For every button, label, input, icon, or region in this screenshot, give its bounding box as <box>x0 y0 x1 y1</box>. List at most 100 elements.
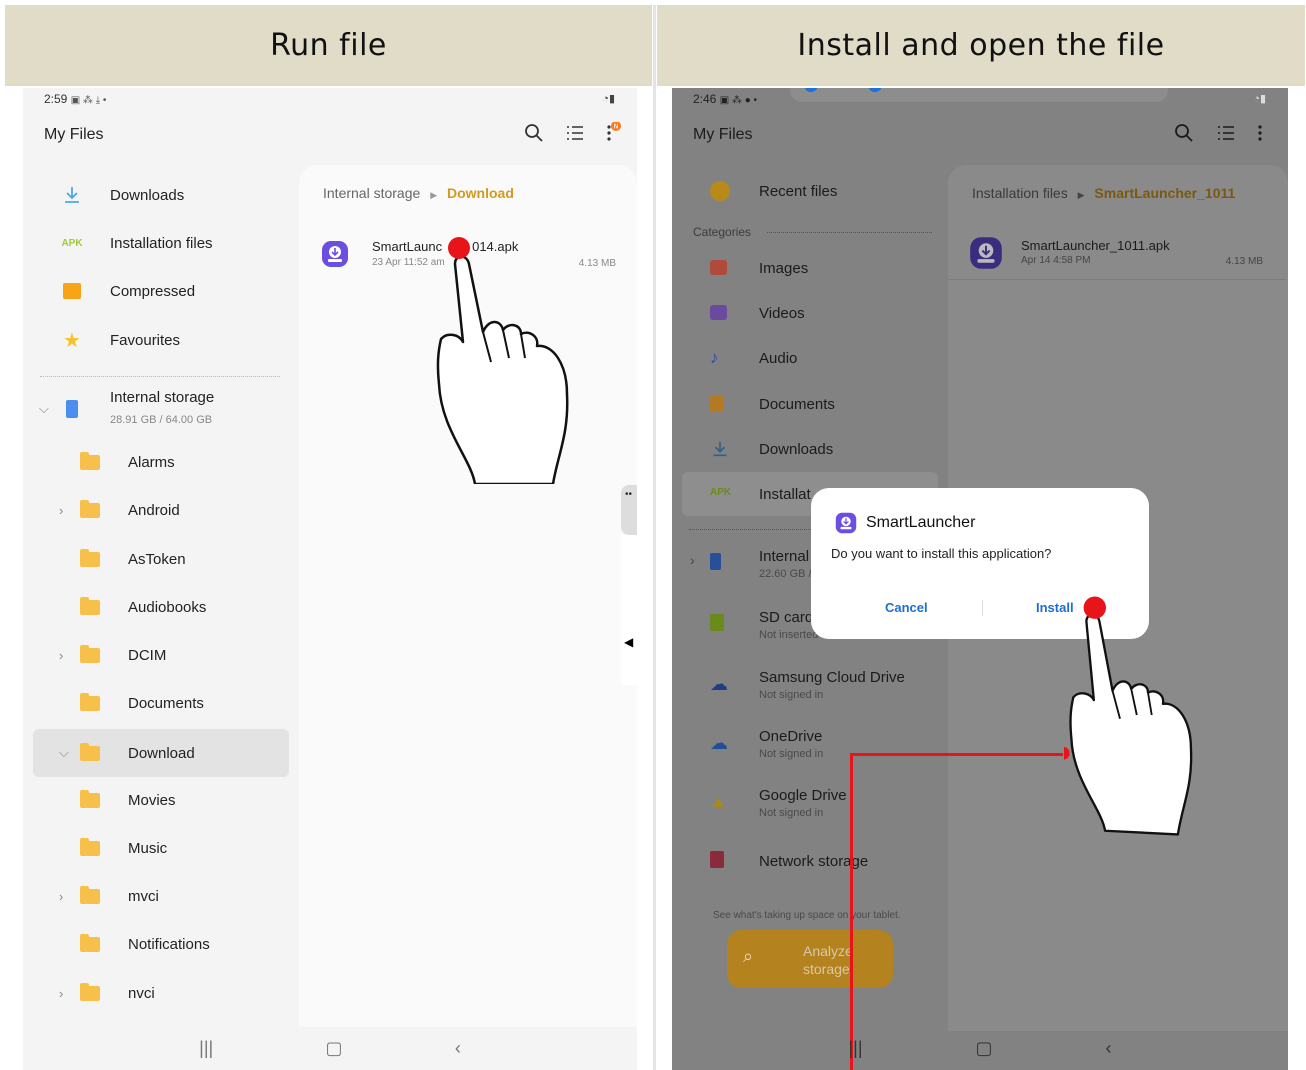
file-date: Apr 14 4:58 PM <box>1021 255 1091 266</box>
sidebar-folder-nvci[interactable]: › nvci <box>23 971 289 1015</box>
side-panel-handle[interactable]: •• <box>621 485 637 535</box>
sidebar-item-documents[interactable]: Documents <box>672 385 948 425</box>
breadcrumb: Installation files ▶ SmartLauncher_1011 <box>972 185 1235 201</box>
sidebar-item-label: Installat <box>759 486 811 503</box>
folder-icon <box>79 982 101 1004</box>
file-row[interactable]: SmartLauncher_1011.apk Apr 14 4:58 PM 4.… <box>948 225 1286 280</box>
sidebar-item-label: Videos <box>759 305 805 322</box>
sidebar-item-label: Downloads <box>759 441 834 458</box>
sidebar-folder-alarms[interactable]: Alarms <box>23 440 289 484</box>
status-time: 2:46 <box>693 92 717 106</box>
folder-icon <box>79 789 101 811</box>
analyze-label: Analyze storage <box>803 942 853 978</box>
sidebar-item-label: Samsung Cloud Drive <box>759 669 905 686</box>
folder-label: Download <box>128 744 195 762</box>
sidebar-item-label: Google Drive <box>759 787 847 804</box>
search-icon[interactable] <box>523 122 545 144</box>
sidebar-item-onedrive[interactable]: ☁ OneDrive Not signed in <box>672 724 948 764</box>
svg-text:N: N <box>613 123 618 131</box>
folder-icon <box>79 837 101 859</box>
breadcrumb-root[interactable]: Internal storage <box>323 185 420 201</box>
chevron-right-icon[interactable]: › <box>59 503 63 518</box>
chevron-right-icon[interactable]: › <box>690 552 695 568</box>
magnify-icon: ⌕ <box>743 946 754 966</box>
button-divider <box>982 600 983 616</box>
list-view-icon[interactable] <box>1215 122 1237 144</box>
sidebar-folder-dcim[interactable]: › DCIM <box>23 633 289 677</box>
recent-apps-icon[interactable]: ||| <box>848 1038 862 1059</box>
section-header-install: Install and open the file <box>657 5 1305 86</box>
sidebar-item-internal-storage[interactable]: ⌵ Internal storage 28.91 GB / 64.00 GB <box>23 381 289 437</box>
back-icon[interactable]: ‹ <box>455 1038 461 1059</box>
analyze-storage-button[interactable]: ⌕ Analyze storage <box>727 930 893 988</box>
folder-label: Android <box>128 501 180 519</box>
sidebar-item-samsung-cloud[interactable]: ☁ Samsung Cloud Drive Not signed in <box>672 665 948 705</box>
sidebar-folder-mvci[interactable]: › mvci <box>23 874 289 918</box>
folder-icon <box>79 548 101 570</box>
sidebar-item-compressed[interactable]: Compressed <box>23 269 289 313</box>
sidebar-folder-notifications[interactable]: Notifications <box>23 922 289 966</box>
sidebar-folder-movies[interactable]: Movies <box>23 778 289 822</box>
home-icon[interactable]: ▢ <box>326 1038 343 1059</box>
folder-icon <box>79 933 101 955</box>
breadcrumb-root[interactable]: Installation files <box>972 185 1068 201</box>
nav-bar: ||| ▢ ‹ <box>672 1027 1288 1070</box>
folder-label: Alarms <box>128 453 175 471</box>
sidebar-item-audio[interactable]: ♪ Audio <box>672 339 948 379</box>
breadcrumb-arrow-icon: ▶ <box>1077 190 1085 200</box>
sidebar-item-downloads[interactable]: Downloads <box>23 173 289 217</box>
home-icon[interactable]: ▢ <box>976 1038 993 1059</box>
app-icon <box>835 512 857 534</box>
wifi-battery-icon: ◔▮ <box>1253 93 1266 105</box>
google-drive-status: Not signed in <box>759 807 824 819</box>
sidebar-item-recent-files[interactable]: Recent files <box>672 172 948 212</box>
recent-apps-icon[interactable]: ||| <box>199 1038 213 1059</box>
tap-gesture-hand-icon <box>436 237 569 484</box>
folder-icon <box>79 692 101 714</box>
more-options-icon[interactable]: N <box>601 122 623 144</box>
sd-status: Not inserted <box>759 629 819 641</box>
sidebar-folder-audiobooks[interactable]: Audiobooks <box>23 585 289 629</box>
apk-file-icon <box>322 241 348 267</box>
sidebar-folder-music[interactable]: Music <box>23 826 289 870</box>
chevron-down-icon[interactable]: ⌵ <box>59 745 69 761</box>
sidebar-folder-download[interactable]: ⌵ Download <box>33 729 289 777</box>
image-icon <box>710 260 727 275</box>
sidebar-folder-astoken[interactable]: AsToken <box>23 537 289 581</box>
sidebar-item-installation-files[interactable]: APK Installation files <box>23 221 289 265</box>
dialog-message: Do you want to install this application? <box>831 546 1052 561</box>
chevron-right-icon[interactable]: › <box>59 648 63 663</box>
chevron-right-icon[interactable]: › <box>59 986 63 1001</box>
sidebar-item-images[interactable]: Images <box>672 249 948 289</box>
apk-file-icon <box>970 237 1002 269</box>
sidebar-item-google-drive[interactable]: ▲ Google Drive Not signed in <box>672 783 948 823</box>
cancel-button[interactable]: Cancel <box>885 600 928 615</box>
sidebar-item-videos[interactable]: Videos <box>672 294 948 334</box>
google-drive-icon: ▲ <box>710 792 727 811</box>
search-icon[interactable] <box>1173 122 1195 144</box>
folder-icon <box>79 451 101 473</box>
wifi-battery-icon: ◔▮ <box>602 93 615 105</box>
notification-dot-icon <box>868 88 882 92</box>
folder-label: Documents <box>128 694 204 712</box>
folder-label: Audiobooks <box>128 598 207 616</box>
sidebar-folder-documents[interactable]: Documents <box>23 681 289 725</box>
nav-bar: ||| ▢ ‹ <box>23 1027 637 1070</box>
sidebar-folder-android[interactable]: › Android <box>23 488 289 532</box>
sidebar-item-label: Compressed <box>110 282 196 300</box>
chevron-down-icon[interactable]: ⌵ <box>39 401 49 417</box>
tablet-icon <box>61 398 83 420</box>
back-icon[interactable]: ‹ <box>1106 1038 1112 1059</box>
connector-line-vertical <box>850 753 853 1070</box>
chevron-right-icon[interactable]: › <box>59 889 63 904</box>
folder-label: Music <box>128 839 168 857</box>
sidebar-item-label: Downloads <box>110 186 185 204</box>
apk-icon: APK <box>61 237 83 249</box>
sidebar-item-downloads[interactable]: Downloads <box>672 430 948 470</box>
sidebar-item-favourites[interactable]: ★ Favourites <box>23 318 289 362</box>
right-screenshot: 2:46 ▣ ⁂ ● • ◔▮ My Files Recent files Ca… <box>672 88 1288 1070</box>
more-options-icon[interactable] <box>1250 122 1272 144</box>
list-view-icon[interactable] <box>564 122 586 144</box>
sidebar-item-network-storage[interactable]: Network storage <box>672 842 948 882</box>
volume-icon: ◀ <box>624 635 634 649</box>
